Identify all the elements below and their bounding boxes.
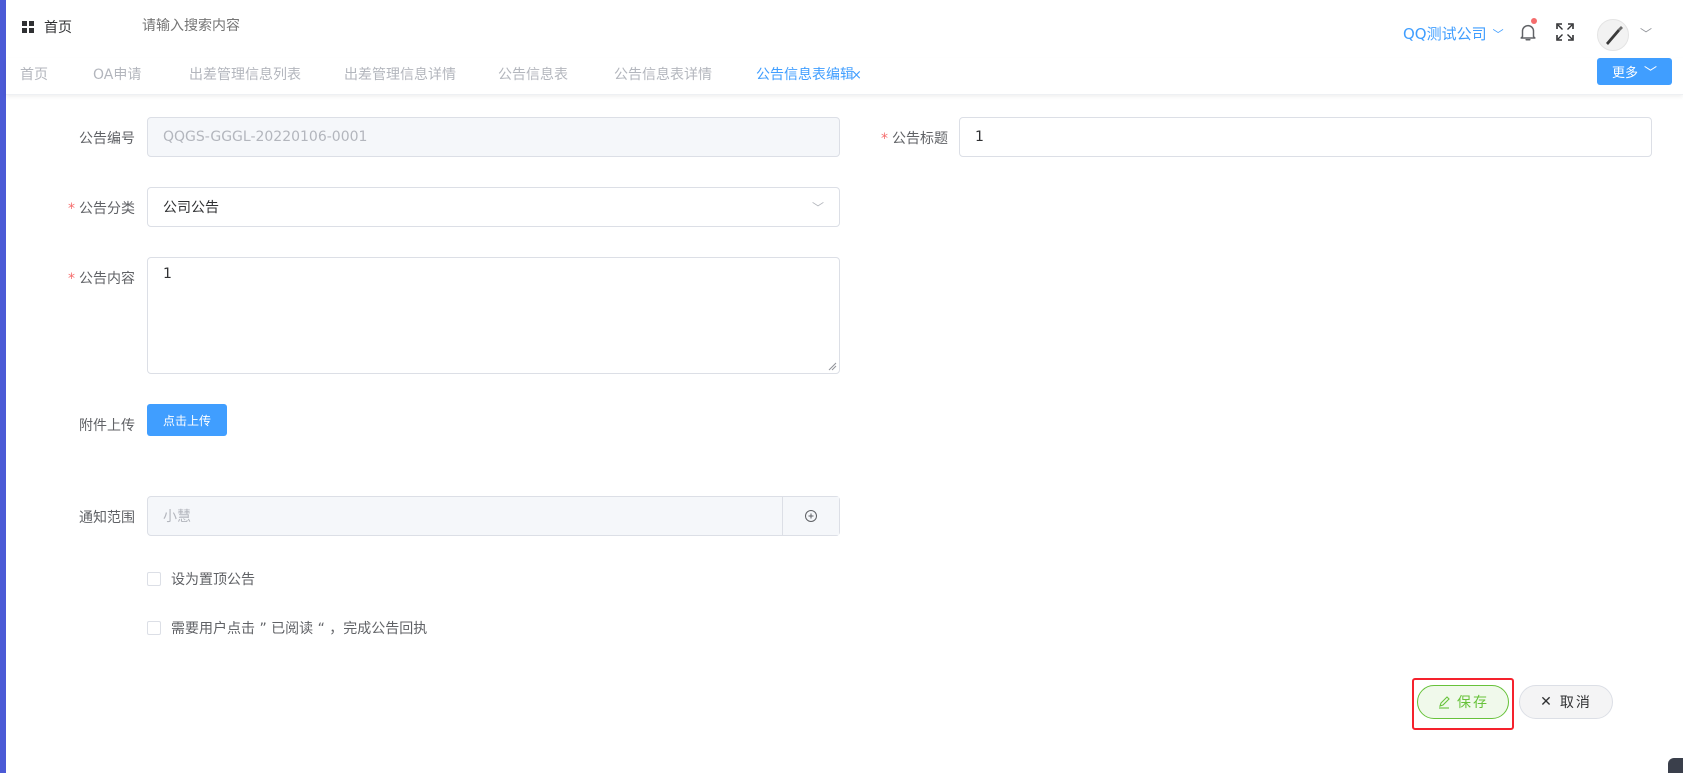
notice-title-value: 1 [975, 129, 984, 145]
notice-number-value: QQGS-GGGL-20220106-0001 [163, 129, 368, 145]
header-home-link[interactable]: 首页 [22, 17, 72, 37]
notice-title-input[interactable]: 1 [959, 117, 1652, 157]
bell-icon[interactable] [1517, 21, 1539, 43]
more-button[interactable]: 更多 ﹀ [1597, 58, 1672, 85]
corner-widget [1668, 758, 1683, 773]
pin-notice-checkbox-row[interactable]: 设为置顶公告 [147, 569, 255, 589]
avatar-image [1606, 26, 1623, 45]
tab-home[interactable]: 首页 [20, 64, 48, 84]
chevron-down-icon: ﹀ [811, 200, 824, 215]
close-icon[interactable]: × [851, 68, 862, 83]
read-receipt-checkbox[interactable] [147, 621, 161, 635]
header-home-label: 首页 [44, 20, 72, 36]
cancel-button[interactable]: ✕ 取消 [1519, 685, 1613, 719]
tab-notice-table[interactable]: 公告信息表 [498, 64, 568, 84]
grid-icon [22, 21, 34, 33]
notify-scope-label: 通知范围 [79, 510, 135, 526]
fullscreen-icon[interactable] [1555, 22, 1575, 42]
required-mark: * [68, 201, 75, 217]
chevron-down-icon[interactable]: ﹀ [1640, 25, 1652, 42]
required-mark: * [68, 271, 75, 287]
tab-notice-detail[interactable]: 公告信息表详情 [614, 64, 712, 84]
notification-dot [1531, 18, 1537, 24]
left-accent-bar [0, 0, 6, 773]
company-name: QQ测试公司 [1403, 25, 1487, 43]
read-receipt-label: 需要用户点击 ” 已阅读 “ ，完成公告回执 [171, 621, 428, 637]
tab-notice-edit[interactable]: 公告信息表编辑 [756, 64, 854, 84]
chevron-down-icon: ﹀ [1644, 66, 1658, 81]
notice-content-value: 1 [163, 266, 172, 282]
notice-content-label: * 公告内容 [68, 271, 135, 287]
chevron-down-icon: ﹀ [1492, 27, 1504, 41]
notify-scope-field: 小慧 [147, 496, 840, 536]
notice-number-label: 公告编号 [79, 131, 135, 147]
upload-button[interactable]: 点击上传 [147, 404, 227, 436]
company-switcher[interactable]: QQ测试公司 ﹀ [1403, 23, 1504, 44]
avatar[interactable] [1597, 19, 1629, 51]
pin-notice-label: 设为置顶公告 [171, 572, 255, 588]
cancel-button-label: 取消 [1559, 695, 1592, 711]
tab-bar: 首页 OA申请 出差管理信息列表 出差管理信息详情 公告信息表 公告信息表详情 … [6, 58, 1683, 95]
plus-circle-icon [805, 510, 817, 522]
required-mark: * [881, 131, 888, 147]
resize-grip-icon[interactable] [827, 361, 837, 371]
scope-add-button[interactable] [782, 497, 839, 535]
notify-scope-value: 小慧 [163, 509, 191, 525]
tab-trip-detail[interactable]: 出差管理信息详情 [344, 64, 456, 84]
save-highlight-box [1412, 678, 1514, 730]
notice-number-field: QQGS-GGGL-20220106-0001 [147, 117, 840, 157]
notice-title-label: * 公告标题 [881, 131, 948, 147]
tab-oa-apply[interactable]: OA申请 [93, 64, 141, 84]
close-icon: ✕ [1540, 694, 1554, 710]
notice-category-select[interactable]: 公司公告 ﹀ [147, 187, 840, 227]
tab-trip-list[interactable]: 出差管理信息列表 [189, 64, 301, 84]
search-input[interactable] [142, 18, 402, 34]
upload-button-label: 点击上传 [162, 413, 211, 428]
notice-category-label: * 公告分类 [68, 201, 135, 217]
more-button-label: 更多 [1611, 66, 1638, 81]
pin-notice-checkbox[interactable] [147, 572, 161, 586]
read-receipt-checkbox-row[interactable]: 需要用户点击 ” 已阅读 “ ，完成公告回执 [147, 618, 427, 638]
notice-content-textarea[interactable]: 1 [147, 257, 840, 374]
attachment-label: 附件上传 [79, 418, 135, 434]
notice-category-value: 公司公告 [163, 200, 219, 216]
